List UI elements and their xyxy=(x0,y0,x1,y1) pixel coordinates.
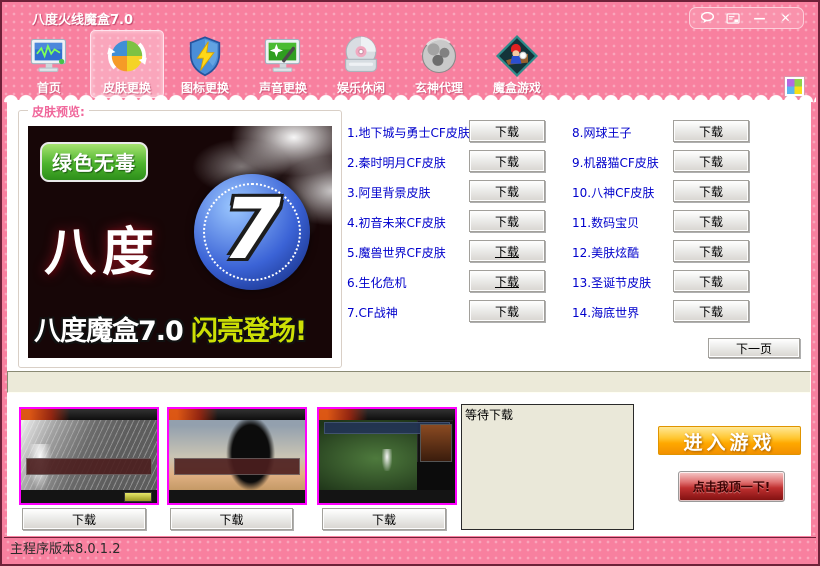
skin-thumbnail-3 xyxy=(317,407,457,505)
group-label: 皮肤预览: xyxy=(28,103,89,120)
skin-name: 13.圣诞节皮肤 xyxy=(572,274,651,291)
sound-change-wand-icon xyxy=(261,34,305,78)
skin-name: 7.CF战神 xyxy=(347,304,398,321)
toolbar-item-entertainment[interactable]: 娱乐休闲 xyxy=(324,30,398,98)
title-bar: 八度火线魔盒7.0 — ✕ xyxy=(4,4,816,30)
thumbnail-footer-art xyxy=(21,490,157,503)
thumbnail-download-button-3[interactable]: 下载 xyxy=(322,508,446,530)
download-button[interactable]: 下载 xyxy=(673,270,749,292)
home-monitor-icon xyxy=(27,34,71,78)
lace-trim xyxy=(4,92,816,102)
thumbnail-download-button-2[interactable]: 下载 xyxy=(170,508,293,530)
skin-name: 4.初音未来CF皮肤 xyxy=(347,214,446,231)
big-number: 7 xyxy=(194,174,310,290)
toolbar-item-skin-change[interactable]: 皮肤更换 xyxy=(90,30,164,98)
cd-disc-icon xyxy=(339,34,383,78)
mario-diamond-icon xyxy=(495,34,539,78)
skin-preview-group: 皮肤预览: 绿色无毒 八度 7 八度魔盒7.0 闪亮登场! xyxy=(18,110,342,368)
download-button[interactable]: 下载 xyxy=(673,150,749,172)
skin-name: 1.地下城与勇士CF皮肤 xyxy=(347,124,470,141)
toolbar-item-proxy[interactable]: 玄神代理 xyxy=(402,30,476,98)
caption-right: 闪亮登场! xyxy=(191,309,306,348)
thumbnail-band-art xyxy=(26,458,151,475)
skin-change-icon xyxy=(105,34,149,78)
skin-thumbnail-2 xyxy=(167,407,307,505)
download-button[interactable]: 下载 xyxy=(469,270,545,292)
skin-name: 8.网球王子 xyxy=(572,124,631,141)
download-button[interactable]: 下载 xyxy=(673,210,749,232)
download-button[interactable]: 下载 xyxy=(469,210,545,232)
skin-name: 12.美肤炫酷 xyxy=(572,244,639,261)
version-text: 主程序版本8.0.1.2 xyxy=(10,542,120,557)
download-button[interactable]: 下载 xyxy=(469,300,545,322)
green-badge: 绿色无毒 xyxy=(40,142,148,182)
thumbnail-titlebar-art xyxy=(21,409,157,420)
skin-name: 5.魔兽世界CF皮肤 xyxy=(347,244,446,261)
close-button[interactable]: ✕ xyxy=(777,11,794,26)
download-button[interactable]: 下载 xyxy=(673,180,749,202)
thumbnail-titlebar-art xyxy=(319,409,455,420)
minimize-button[interactable]: — xyxy=(751,11,768,26)
skin-name: 10.八神CF皮肤 xyxy=(572,184,654,201)
next-page-button[interactable]: 下一页 xyxy=(708,338,800,358)
toolbar-item-icon-change[interactable]: 图标更换 xyxy=(168,30,242,98)
download-button[interactable]: 下载 xyxy=(469,120,545,142)
blue-orb: 7 xyxy=(194,174,310,290)
download-progress-bar xyxy=(7,371,811,393)
status-bar: 主程序版本8.0.1.2 xyxy=(4,537,816,562)
vote-button[interactable]: 点击我顶一下! xyxy=(678,471,785,502)
skin-name: 3.阿里背景皮肤 xyxy=(347,184,430,201)
toolbar-item-home[interactable]: 首页 xyxy=(12,30,86,98)
shield-lightning-icon xyxy=(183,34,227,78)
enter-game-button[interactable]: 进入游戏 xyxy=(658,426,801,455)
download-queue-box: 等待下载 xyxy=(461,404,634,530)
skin-thumbnail-1 xyxy=(19,407,159,505)
thumbnail-download-button-1[interactable]: 下载 xyxy=(22,508,146,530)
brand-text: 八度 xyxy=(44,210,160,285)
toolbar-item-mobox-games[interactable]: 魔盒游戏 xyxy=(480,30,554,98)
gray-ball-icon xyxy=(417,34,461,78)
skin-name: 6.生化危机 xyxy=(347,274,406,291)
app-window: 八度火线魔盒7.0 — ✕ 首页 皮肤更换 xyxy=(0,0,820,566)
caption: 八度魔盒7.0 闪亮登场! xyxy=(34,309,330,348)
window-controls: — ✕ xyxy=(689,7,804,29)
skin-name: 9.机器猫CF皮肤 xyxy=(572,154,659,171)
thumbnail-footer-art xyxy=(319,490,455,503)
skin-preview-image: 绿色无毒 八度 7 八度魔盒7.0 闪亮登场! xyxy=(28,126,332,358)
thumbnail-band-art xyxy=(174,458,299,475)
download-button[interactable]: 下载 xyxy=(469,240,545,262)
main-toolbar: 首页 皮肤更换 图标更换 声音更换 娱乐休闲 xyxy=(12,30,554,98)
thumbnail-titlebar-art xyxy=(169,409,305,420)
thumbnail-art xyxy=(21,420,157,490)
skin-name: 14.海底世界 xyxy=(572,304,639,321)
toolbar-item-sound-change[interactable]: 声音更换 xyxy=(246,30,320,98)
thumbnail-poster-art xyxy=(420,424,452,462)
skin-settings-icon[interactable] xyxy=(725,11,742,26)
thumbnail-footer-art xyxy=(169,490,305,503)
skin-name: 2.秦时明月CF皮肤 xyxy=(347,154,446,171)
caption-left: 八度魔盒7.0 xyxy=(34,309,183,348)
content-area: 皮肤预览: 绿色无毒 八度 7 八度魔盒7.0 闪亮登场! 1.地下城与勇士CF… xyxy=(7,100,811,536)
download-button[interactable]: 下载 xyxy=(673,300,749,322)
skin-name: 11.数码宝贝 xyxy=(572,214,639,231)
window-title: 八度火线魔盒7.0 xyxy=(32,9,133,28)
download-button[interactable]: 下载 xyxy=(673,240,749,262)
thumbnail-art xyxy=(169,420,305,490)
download-button[interactable]: 下载 xyxy=(469,180,545,202)
download-button[interactable]: 下载 xyxy=(469,150,545,172)
download-button[interactable]: 下载 xyxy=(673,120,749,142)
feedback-bubble-icon[interactable] xyxy=(699,11,716,26)
